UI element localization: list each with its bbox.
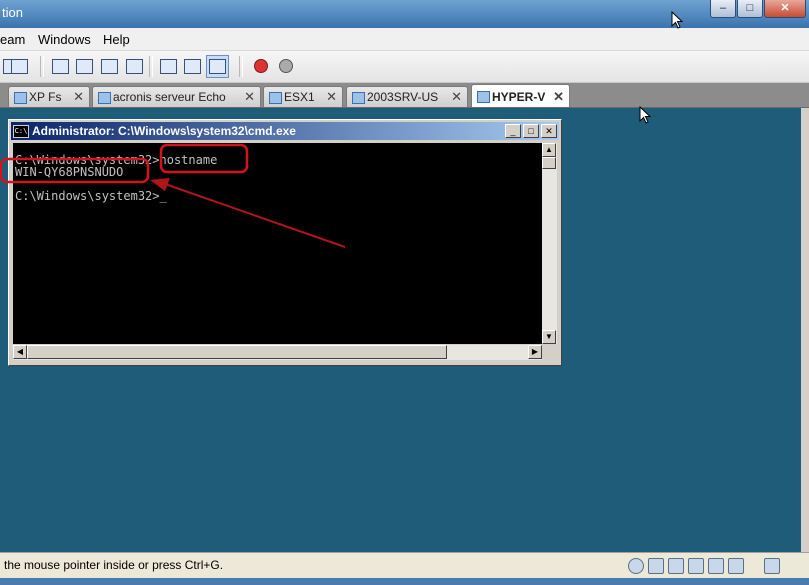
tab-label: XP Fs	[29, 90, 62, 104]
scroll-down-icon[interactable]: ▼	[542, 330, 556, 344]
toggle-sidebar-icon[interactable]	[8, 55, 31, 78]
network-status-icon[interactable]	[628, 558, 644, 574]
text-cursor: _	[159, 189, 167, 203]
window-controls: – □ ✕	[709, 0, 806, 18]
maximize-button[interactable]: □	[737, 0, 763, 18]
tab-xp-fs[interactable]: XP Fs ✕	[8, 86, 90, 107]
scroll-up-icon[interactable]: ▲	[542, 143, 556, 157]
console-line-3: C:\Windows\system32>_	[15, 189, 167, 203]
scroll-left-icon[interactable]: ◀	[13, 345, 27, 359]
message-log-icon[interactable]	[764, 558, 780, 574]
tab-hyper-v[interactable]: HYPER-V ✕	[471, 84, 570, 107]
usb-icon[interactable]	[708, 558, 724, 574]
power-on-icon[interactable]	[157, 55, 180, 78]
cmd-window[interactable]: C:\ Administrator: C:\Windows\system32\c…	[8, 119, 562, 366]
status-text: the mouse pointer inside or press Ctrl+G…	[4, 558, 224, 572]
network-adapter-icon[interactable]	[688, 558, 704, 574]
console-view-icon[interactable]	[123, 55, 146, 78]
horizontal-scrollbar[interactable]: ◀ ▶	[13, 345, 542, 360]
toolbar	[0, 51, 809, 83]
cmd-title: Administrator: C:\Windows\system32\cmd.e…	[32, 124, 296, 138]
window-border	[801, 108, 809, 552]
window-bottom-border	[0, 578, 809, 585]
vertical-scrollbar[interactable]: ▲ ▼	[542, 143, 557, 344]
tab-acronis-serveur-echo[interactable]: acronis serveur Echo ✕	[92, 86, 261, 107]
status-bar: the mouse pointer inside or press Ctrl+G…	[0, 552, 809, 579]
vm-icon	[14, 92, 27, 104]
tab-label: acronis serveur Echo	[113, 90, 226, 104]
window-title: tion	[2, 5, 23, 20]
menu-bar: eam Windows Help	[0, 28, 809, 51]
floppy-icon[interactable]	[668, 558, 684, 574]
hard-disk-icon[interactable]	[648, 558, 664, 574]
vm-icon	[352, 92, 365, 104]
menu-team[interactable]: eam	[0, 32, 25, 47]
tab-close-icon[interactable]: ✕	[451, 89, 462, 105]
console-prompt: C:\Windows\system32>	[15, 189, 160, 203]
tab-label: 2003SRV-US	[367, 90, 439, 104]
cmd-icon: C:\	[13, 125, 29, 138]
cmd-close-button[interactable]: ✕	[541, 124, 557, 138]
console-output[interactable]: C:\Windows\system32> hostname WIN-QY68PNS…	[13, 143, 542, 344]
cmd-maximize-button[interactable]: □	[523, 124, 539, 138]
tab-label: ESX1	[284, 90, 315, 104]
hostname-output: WIN-QY68PNSNUDO	[15, 165, 124, 179]
replay-icon[interactable]	[274, 55, 297, 78]
cmd-window-controls: _ □ ✕	[503, 124, 557, 138]
cmd-title-bar[interactable]: C:\ Administrator: C:\Windows\system32\c…	[11, 122, 559, 140]
tab-close-icon[interactable]: ✕	[326, 89, 337, 105]
hscroll-thumb[interactable]	[27, 345, 447, 359]
cd-rom-icon[interactable]	[728, 558, 744, 574]
console-command: hostname	[159, 153, 218, 167]
resize-grip-icon[interactable]	[786, 558, 800, 572]
menu-windows[interactable]: Windows	[38, 32, 91, 47]
close-button[interactable]: ✕	[764, 0, 806, 18]
vm-settings-icon[interactable]	[181, 55, 204, 78]
cmd-minimize-button[interactable]: _	[505, 124, 521, 138]
fullscreen-icon[interactable]	[49, 55, 72, 78]
window-title-bar: tion – □ ✕	[0, 0, 809, 28]
tab-2003srv-us[interactable]: 2003SRV-US ✕	[346, 86, 468, 107]
unity-icon[interactable]	[98, 55, 121, 78]
vm-icon	[269, 92, 282, 104]
tab-close-icon[interactable]: ✕	[73, 89, 84, 105]
mouse-cursor-icon	[639, 106, 651, 124]
tab-label: HYPER-V	[492, 90, 546, 104]
tab-close-icon[interactable]: ✕	[553, 89, 564, 105]
quick-switch-icon[interactable]	[73, 55, 96, 78]
mouse-cursor-icon	[671, 11, 683, 29]
full-console-icon[interactable]	[206, 55, 229, 78]
minimize-button[interactable]: –	[710, 0, 736, 18]
toolbar-separator	[239, 56, 243, 77]
scroll-thumb[interactable]	[542, 157, 556, 169]
menu-help[interactable]: Help	[103, 32, 130, 47]
vm-tab-bar: XP Fs ✕ acronis serveur Echo ✕ ESX1 ✕ 20…	[0, 83, 809, 108]
toolbar-separator	[40, 56, 44, 77]
vm-icon	[477, 91, 490, 103]
scroll-right-icon[interactable]: ▶	[528, 345, 542, 359]
toolbar-separator	[149, 56, 153, 77]
record-icon[interactable]	[249, 55, 272, 78]
tab-esx1[interactable]: ESX1 ✕	[263, 86, 343, 107]
vm-icon	[98, 92, 111, 104]
tab-close-icon[interactable]: ✕	[244, 89, 255, 105]
